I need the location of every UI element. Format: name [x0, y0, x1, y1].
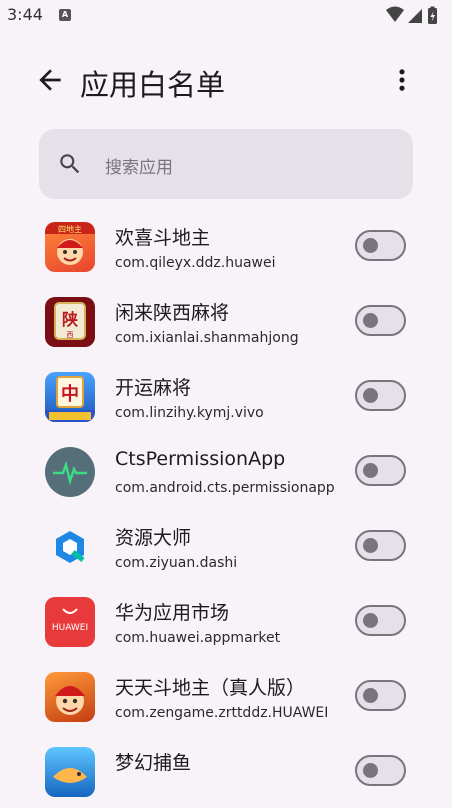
whitelist-toggle[interactable]: [355, 305, 406, 336]
app-package: com.zengame.zrttddz.HUAWEI: [115, 705, 329, 721]
app-package: com.ziyuan.dashi: [115, 555, 238, 571]
app-icon-cts-permission: [45, 447, 95, 497]
app-icon-menghuan-buyu: [45, 747, 95, 797]
whitelist-toggle[interactable]: [355, 680, 406, 711]
whitelist-toggle[interactable]: [355, 455, 406, 486]
status-bar: 3:44 A: [0, 0, 452, 32]
more-options-button[interactable]: [388, 64, 416, 96]
list-item[interactable]: HUAWEI 华为应用市场 com.huawei.appmarket: [0, 583, 452, 658]
svg-text:HUAWEI: HUAWEI: [52, 623, 88, 633]
battery-icon: [428, 6, 437, 24]
app-bar: 应用白名单: [0, 52, 452, 108]
whitelist-toggle[interactable]: [355, 605, 406, 636]
app-icon-doudizhu: 四地主: [45, 222, 95, 272]
app-name: 华为应用市场: [115, 602, 230, 624]
list-item[interactable]: 中 开运麻将 com.linzihy.kymj.vivo: [0, 358, 452, 433]
whitelist-toggle[interactable]: [355, 230, 406, 261]
status-time: 3:44: [7, 5, 43, 24]
svg-text:中: 中: [61, 383, 79, 405]
app-icon-tiantian-doudizhu: [45, 672, 95, 722]
list-item[interactable]: 梦幻捕鱼: [0, 733, 452, 808]
search-input[interactable]: 搜索应用: [39, 129, 413, 199]
a-badge-icon: A: [59, 9, 71, 21]
back-button[interactable]: [34, 64, 66, 96]
app-icon-huawei-appmarket: HUAWEI: [45, 597, 95, 647]
signal-icon: [408, 9, 422, 23]
list-item[interactable]: 资源大师 com.ziyuan.dashi: [0, 508, 452, 583]
svg-text:四地主: 四地主: [58, 224, 82, 234]
search-placeholder: 搜索应用: [105, 158, 173, 178]
status-icons: [384, 6, 444, 24]
app-package: com.linzihy.kymj.vivo: [115, 405, 264, 421]
whitelist-toggle[interactable]: [355, 380, 406, 411]
app-icon-ziyuan-dashi: [45, 522, 95, 572]
app-package: com.ixianlai.shanmahjong: [115, 330, 299, 346]
app-icon-mahjong: 陕 西: [45, 297, 95, 347]
whitelist-toggle[interactable]: [355, 530, 406, 561]
app-name: CtsPermissionApp: [115, 448, 286, 470]
app-name: 天天斗地主（真人版）: [115, 677, 306, 699]
list-item[interactable]: 四地主 欢喜斗地主 com.qileyx.ddz.huawei: [0, 208, 452, 283]
app-name: 开运麻将: [115, 377, 192, 399]
app-icon-kaiyun-mahjong: 中: [45, 372, 95, 422]
arrow-back-icon: [39, 69, 61, 91]
svg-text:陕: 陕: [62, 310, 78, 329]
search-icon: [60, 154, 80, 174]
app-name: 欢喜斗地主: [115, 227, 211, 249]
whitelist-toggle[interactable]: [355, 755, 406, 786]
app-package: com.huawei.appmarket: [115, 630, 281, 646]
list-item[interactable]: 天天斗地主（真人版） com.zengame.zrttddz.HUAWEI: [0, 658, 452, 733]
app-name: 闲来陕西麻将: [115, 302, 230, 324]
page-title: 应用白名单: [80, 68, 226, 102]
list-item[interactable]: CtsPermissionApp com.android.cts.permiss…: [0, 433, 452, 508]
list-item[interactable]: 陕 西 闲来陕西麻将 com.ixianlai.shanmahjong: [0, 283, 452, 358]
more-vert-icon: [399, 69, 405, 91]
svg-text:西: 西: [67, 331, 74, 339]
app-package: com.android.cts.permissionapp: [115, 480, 335, 496]
app-name: 资源大师: [115, 527, 192, 549]
app-package: com.qileyx.ddz.huawei: [115, 255, 276, 271]
app-name: 梦幻捕鱼: [115, 752, 192, 774]
wifi-icon: [386, 6, 404, 22]
